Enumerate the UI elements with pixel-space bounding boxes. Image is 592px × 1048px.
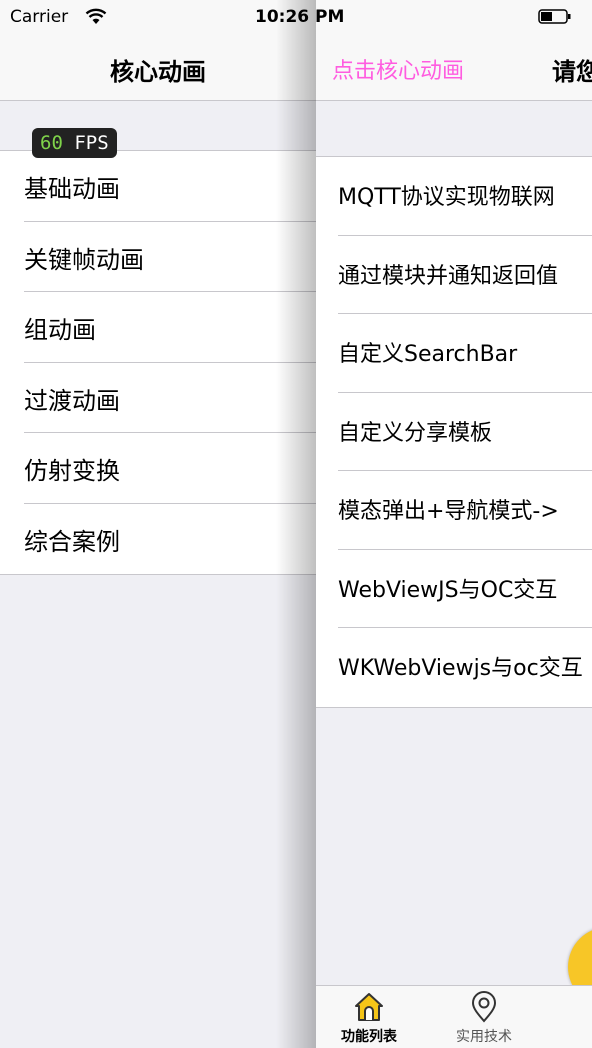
list-item-label: MQTT协议实现物联网: [338, 185, 555, 210]
list-item-label: 过渡动画: [24, 386, 120, 415]
list-item-label: 自定义SearchBar: [338, 342, 518, 367]
right-page-title: 请您: [552, 58, 592, 86]
carrier-label: Carrier: [10, 7, 69, 27]
list-item[interactable]: 自定义SearchBar: [316, 314, 592, 393]
list-item[interactable]: 自定义分享模板: [316, 393, 592, 471]
list-item[interactable]: WebViewJS与OC交互: [316, 550, 592, 628]
left-screen: 核心动画 60 FPS 基础动画 关键帧动画 组动画 过渡动画 仿射变换 综合案…: [0, 0, 316, 1048]
page-title: 核心动画: [110, 58, 206, 86]
tab-label: 实用技术: [456, 1029, 512, 1045]
list-item-label: 关键帧动画: [24, 245, 144, 274]
wifi-icon: [85, 8, 107, 24]
list-item[interactable]: WKWebViewjs与oc交互: [316, 628, 592, 707]
tab-bar: 功能列表 实用技术: [316, 985, 592, 1048]
list-item-label: 自定义分享模板: [338, 420, 493, 446]
list-item[interactable]: 模态弹出+导航模式->: [316, 471, 592, 550]
tab-label: 功能列表: [341, 1029, 397, 1045]
list-item-label: 基础动画: [24, 175, 120, 203]
list-item[interactable]: 过渡动画: [0, 363, 316, 433]
right-screen: 点击核心动画 请您 MQTT协议实现物联网 通过模块并通知返回值 自定义Sear…: [316, 0, 592, 1048]
home-icon: [355, 993, 383, 1021]
list-item[interactable]: MQTT协议实现物联网: [316, 157, 592, 236]
tab-function-list[interactable]: 功能列表: [324, 990, 414, 1046]
list-item-label: WebViewJS与OC交互: [338, 577, 558, 603]
list-item[interactable]: 关键帧动画: [0, 222, 316, 292]
list-item-label: 模态弹出+导航模式->: [338, 499, 559, 524]
list-item-label: 组动画: [24, 316, 96, 344]
list-item-label: 通过模块并通知返回值: [338, 263, 559, 289]
list-item-label: WKWebViewjs与oc交互: [338, 656, 583, 681]
tech-list: MQTT协议实现物联网 通过模块并通知返回值 自定义SearchBar 自定义分…: [316, 156, 592, 708]
tab-practical-tech[interactable]: 实用技术: [439, 990, 529, 1046]
nav-back-button[interactable]: 点击核心动画: [332, 53, 464, 85]
list-item[interactable]: 综合案例: [0, 504, 316, 575]
list-item[interactable]: 组动画: [0, 292, 316, 363]
list-item[interactable]: 通过模块并通知返回值: [316, 236, 592, 314]
list-item-label: 仿射变换: [24, 457, 120, 485]
fps-badge: 60 FPS: [32, 128, 117, 158]
status-bar: Carrier 10:26 PM: [0, 0, 592, 36]
fps-unit: FPS: [74, 132, 109, 154]
list-item[interactable]: 基础动画: [0, 151, 316, 222]
animation-list: 基础动画 关键帧动画 组动画 过渡动画 仿射变换 综合案例: [0, 150, 316, 575]
list-item[interactable]: 仿射变换: [0, 433, 316, 504]
list-item-label: 综合案例: [24, 527, 120, 556]
status-time: 10:26 PM: [255, 7, 345, 27]
location-pin-icon: [471, 991, 497, 1023]
transition-shadow: [276, 0, 316, 1048]
battery-icon: [538, 9, 571, 24]
fps-value: 60: [40, 132, 63, 154]
